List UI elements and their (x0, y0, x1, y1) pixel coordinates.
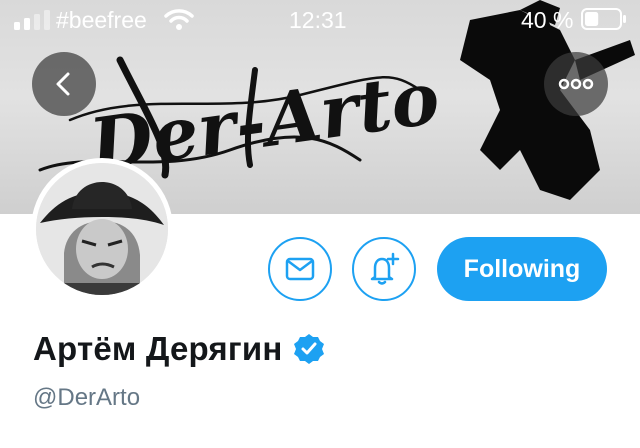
profile-name-row: Артём Дерягин (33, 328, 325, 370)
status-time: 12:31 (289, 7, 347, 33)
notifications-button[interactable] (352, 237, 416, 301)
message-button[interactable] (268, 237, 332, 301)
more-options-button[interactable] (544, 52, 608, 116)
avatar-image (36, 163, 168, 295)
avatar[interactable] (31, 158, 173, 300)
following-button[interactable]: Following (437, 237, 607, 301)
battery-icon (581, 8, 626, 30)
profile-name: Артём Дерягин (33, 330, 283, 367)
wifi-icon (164, 9, 194, 30)
chevron-left-icon (56, 72, 70, 96)
status-bar: #beefree 12:31 40 % (0, 0, 640, 40)
bell-plus-icon (370, 252, 400, 285)
signal-icon (14, 10, 50, 30)
more-dots-icon (558, 78, 594, 90)
envelope-icon (285, 257, 315, 281)
carrier-name: #beefree (56, 7, 147, 33)
battery-percent: 40 % (521, 7, 574, 33)
verified-badge-icon (294, 334, 325, 364)
profile-handle: @DerArto (33, 384, 141, 411)
back-button[interactable] (32, 52, 96, 116)
